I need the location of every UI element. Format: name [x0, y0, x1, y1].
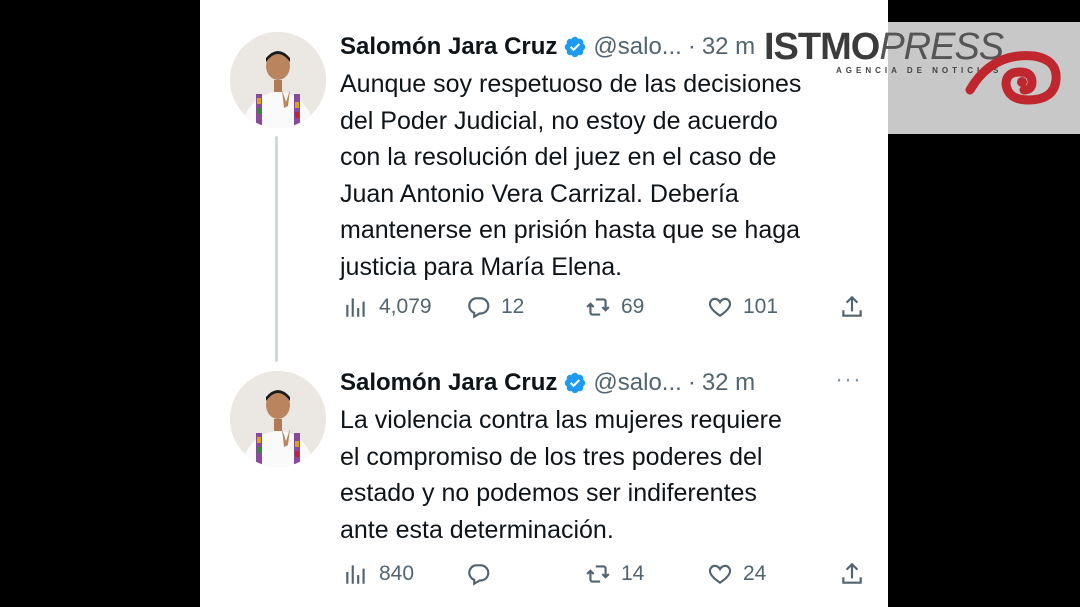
views-button[interactable]: 840 [343, 559, 414, 589]
tweet-text-line: estado y no podemos ser indiferentes [340, 479, 757, 507]
views-count: 4,079 [379, 295, 432, 318]
retweet-button[interactable]: 14 [585, 559, 644, 589]
tweet-text-line: Juan Antonio Vera Carrizal. Debería [340, 179, 739, 208]
tweet-text-line: ante esta determinación. [340, 515, 614, 544]
avatar[interactable] [230, 32, 326, 128]
retweet-count: 69 [621, 295, 645, 318]
verified-badge-icon [563, 371, 587, 395]
tweet-text-line: justicia para María Elena. [340, 252, 623, 281]
share-icon [842, 295, 862, 317]
watermark-brand-main: ISTMO [764, 26, 880, 68]
retweet-count: 14 [621, 562, 645, 585]
tweet-text: La violencia contra las mujeres requiere… [340, 402, 860, 548]
author-name[interactable]: Salomón Jara Cruz [340, 33, 557, 61]
author-handle[interactable]: @salo... [593, 369, 681, 397]
tweet-header: Salomón Jara Cruz @salo... · 32 m [340, 368, 755, 398]
avatar[interactable] [230, 371, 326, 467]
like-button[interactable]: 101 [707, 292, 778, 322]
watermark-logo-icon [965, 51, 1061, 105]
verified-badge-icon [563, 35, 587, 59]
reply-count: 12 [501, 295, 525, 318]
retweet-icon [586, 298, 610, 316]
tweet-actions: 840 14 24 [343, 559, 873, 589]
share-button[interactable] [839, 292, 865, 322]
share-icon [842, 562, 862, 584]
istmo-press-watermark: ISTMOPRESS AGENCIA DE NOTICIAS [740, 22, 1080, 134]
tweet-text-line: el compromiso de los tres poderes del [340, 442, 763, 471]
tweet-header: Salomón Jara Cruz @salo... · 32 m [340, 32, 755, 62]
separator-dot: · [687, 33, 696, 60]
tweet-text-line: La violencia contra las mujeres requiere [340, 406, 782, 434]
reply-icon [468, 297, 490, 319]
views-icon [346, 298, 365, 317]
separator-dot: · [687, 369, 696, 396]
like-count: 24 [743, 562, 767, 585]
like-icon [708, 564, 732, 584]
tweet[interactable]: Salomón Jara Cruz @salo... · 32 m ··· La… [200, 340, 888, 607]
timestamp[interactable]: 32 m [702, 369, 755, 397]
like-count: 101 [743, 295, 779, 318]
like-icon [708, 297, 732, 317]
retweet-icon [586, 565, 610, 583]
reply-icon [468, 564, 490, 586]
tweet-text-line: mantenerse en prisión hasta que se haga [340, 216, 801, 244]
reply-button[interactable]: 12 [465, 292, 524, 322]
reply-button[interactable] [465, 559, 501, 589]
author-handle[interactable]: @salo... [593, 33, 681, 61]
more-options-icon[interactable]: ··· [835, 366, 862, 394]
views-button[interactable]: 4,079 [343, 292, 432, 322]
share-button[interactable] [839, 559, 865, 589]
views-icon [346, 565, 365, 584]
views-count: 840 [379, 562, 415, 585]
like-button[interactable]: 24 [707, 559, 766, 589]
author-name[interactable]: Salomón Jara Cruz [340, 369, 557, 397]
retweet-button[interactable]: 69 [585, 292, 644, 322]
tweet-actions: 4,079 12 69 101 [343, 292, 873, 322]
tweet-text-line: con la resolución del juez en el caso de [340, 143, 777, 171]
